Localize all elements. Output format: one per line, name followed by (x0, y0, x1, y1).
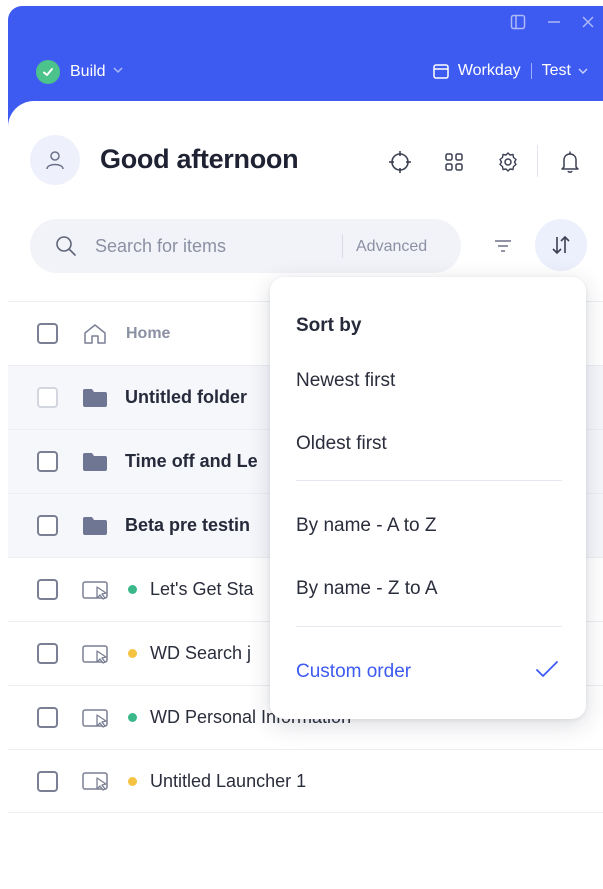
chevron-down-icon (577, 65, 589, 77)
app-window: Build Workday Test Good afternoon Search… (8, 6, 603, 889)
launcher-icon (82, 580, 112, 600)
item-checkbox[interactable] (37, 643, 58, 664)
status-dot (128, 776, 137, 786)
item-checkbox[interactable] (37, 515, 58, 536)
sort-button[interactable] (535, 219, 587, 271)
launcher-icon (82, 771, 112, 791)
sort-menu: Sort by Newest first Oldest first By nam… (270, 277, 586, 719)
divider (296, 480, 562, 481)
folder-icon (82, 516, 108, 536)
divider (537, 145, 538, 177)
checkmark-icon (535, 659, 559, 684)
item-label: WD Search j (150, 643, 252, 663)
bell-icon[interactable] (557, 149, 583, 175)
divider (530, 63, 532, 79)
item-label: Time off and Le (125, 451, 258, 471)
sort-option-oldest[interactable]: Oldest first (296, 433, 387, 455)
breadcrumb-home[interactable]: Home (126, 325, 170, 343)
folder-icon (82, 388, 108, 408)
filter-icon[interactable] (488, 231, 518, 261)
item-checkbox[interactable] (37, 387, 58, 408)
sort-icon (552, 235, 570, 255)
item-checkbox[interactable] (37, 770, 58, 792)
item-label: Untitled Launcher 1 (150, 770, 307, 791)
divider (342, 234, 343, 258)
greeting-title: Good afternoon (100, 144, 299, 174)
calendar-icon (432, 62, 450, 80)
status-dot (128, 649, 137, 658)
grid-icon[interactable] (441, 149, 467, 175)
status-dot (128, 585, 137, 594)
gear-icon[interactable] (495, 149, 521, 175)
sort-menu-title: Sort by (296, 315, 362, 336)
user-icon (46, 151, 64, 170)
item-label: Let's Get Sta (150, 579, 254, 599)
minimize-icon[interactable] (546, 14, 562, 35)
environment-switcher[interactable]: Workday Test (432, 62, 589, 80)
item-label: Beta pre testin (125, 515, 251, 535)
mode-label: Build (70, 63, 106, 80)
search-input[interactable]: Search for items (95, 236, 226, 257)
status-dot (128, 713, 137, 722)
sort-option-name-desc[interactable]: By name - Z to A (296, 578, 438, 600)
chevron-down-icon (112, 63, 124, 81)
search-icon (54, 234, 78, 263)
environment-app: Workday (457, 62, 521, 79)
item-checkbox[interactable] (37, 451, 58, 472)
sort-option-name-asc[interactable]: By name - A to Z (296, 515, 436, 537)
sidebar-panel-icon[interactable] (510, 14, 526, 35)
check-circle-icon (36, 60, 60, 84)
mode-switcher[interactable]: Build (36, 60, 124, 84)
sort-option-newest[interactable]: Newest first (296, 370, 395, 392)
select-all-checkbox[interactable] (37, 323, 58, 344)
divider (296, 626, 562, 627)
environment-name: Test (541, 62, 571, 79)
folder-icon (82, 452, 108, 472)
item-checkbox[interactable] (37, 707, 58, 728)
list-item[interactable]: Untitled Launcher 1 (8, 749, 603, 813)
item-label: Untitled folder (125, 387, 247, 407)
home-icon[interactable] (82, 322, 108, 346)
search-bar[interactable]: Search for items Advanced (30, 219, 461, 273)
avatar[interactable] (30, 135, 80, 185)
close-icon[interactable] (580, 14, 596, 35)
advanced-search-button[interactable]: Advanced (356, 238, 427, 256)
item-checkbox[interactable] (37, 579, 58, 600)
launcher-icon (82, 644, 112, 664)
crosshair-icon[interactable] (387, 149, 413, 175)
launcher-icon (82, 708, 112, 728)
sort-option-custom[interactable]: Custom order (296, 661, 411, 683)
